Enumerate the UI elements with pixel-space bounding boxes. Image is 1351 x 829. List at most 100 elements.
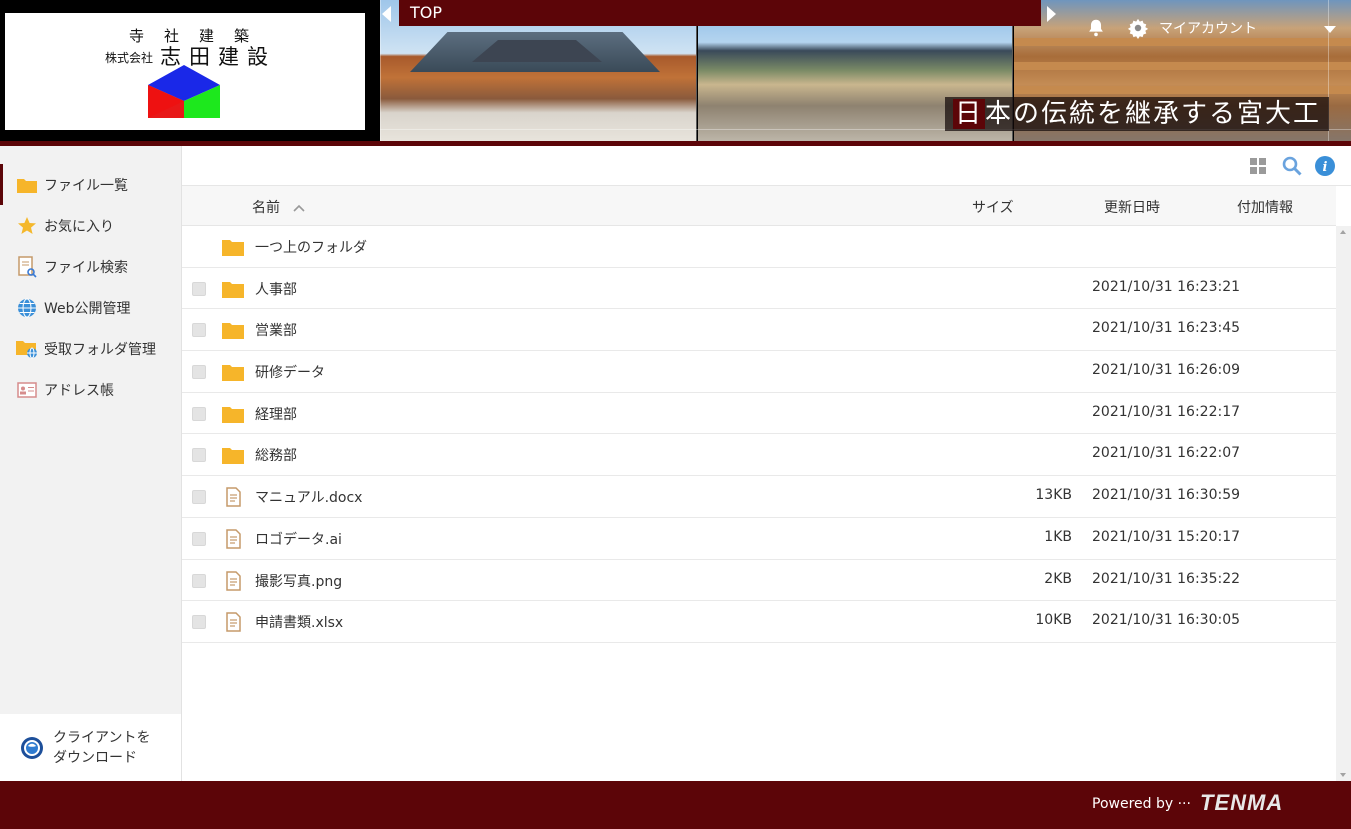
row-name[interactable]: マニュアル.docx bbox=[255, 487, 362, 507]
row-checkbox[interactable] bbox=[192, 615, 206, 630]
row-checkbox[interactable] bbox=[192, 323, 206, 338]
file-list-panel: i 名前 サイズ 更新日時 付加情報 一つ上のフォルダ 人事部 2021/10/3… bbox=[182, 146, 1351, 781]
client-download-button[interactable]: クライアントを ダウンロード bbox=[0, 714, 181, 781]
row-checkbox[interactable] bbox=[192, 573, 206, 588]
row-size: 1KB bbox=[1044, 528, 1072, 545]
gear-icon[interactable] bbox=[1127, 17, 1149, 39]
brand-logo: TENMA bbox=[1200, 790, 1284, 815]
table-row[interactable]: 人事部 2021/10/31 16:23:21 bbox=[182, 268, 1336, 310]
parent-folder-row[interactable]: 一つ上のフォルダ bbox=[182, 226, 1336, 268]
row-name[interactable]: 人事部 bbox=[255, 279, 297, 299]
folder-icon bbox=[222, 406, 244, 423]
table-row[interactable]: 研修データ 2021/10/31 16:26:09 bbox=[182, 351, 1336, 393]
row-name[interactable]: ロゴデータ.ai bbox=[255, 529, 342, 549]
folder-icon bbox=[222, 448, 244, 465]
row-name[interactable]: 申請書類.xlsx bbox=[255, 612, 343, 632]
column-header-extra[interactable]: 付加情報 bbox=[1237, 197, 1293, 217]
document-icon bbox=[226, 612, 241, 632]
row-updated: 2021/10/31 15:20:17 bbox=[1092, 528, 1241, 545]
column-name-label: 名前 bbox=[252, 200, 280, 216]
sidebar-item-label: ファイル検索 bbox=[44, 259, 128, 276]
my-account-link[interactable]: マイアカウント bbox=[1159, 18, 1257, 38]
header-tagline: 日本の伝統を継承する宮大工 bbox=[945, 97, 1330, 131]
row-updated: 2021/10/31 16:23:21 bbox=[1092, 278, 1241, 295]
row-checkbox[interactable] bbox=[192, 490, 206, 505]
row-checkbox[interactable] bbox=[192, 365, 206, 380]
info-icon[interactable]: i bbox=[1315, 156, 1335, 176]
folder-icon bbox=[222, 323, 244, 340]
app-footer: Powered by ··· TENMA bbox=[0, 781, 1351, 829]
sidebar-item-web-publish[interactable]: Web公開管理 bbox=[0, 287, 181, 328]
table-row[interactable]: 申請書類.xlsx 10KB 2021/10/31 16:30:05 bbox=[182, 601, 1336, 643]
scroll-up-icon[interactable] bbox=[1340, 230, 1346, 234]
address-book-icon bbox=[16, 379, 38, 401]
sidebar-item-receive-folder[interactable]: 受取フォルダ管理 bbox=[0, 328, 181, 369]
table-row[interactable]: 撮影写真.png 2KB 2021/10/31 16:35:22 bbox=[182, 560, 1336, 602]
toolbar: i bbox=[182, 146, 1351, 186]
sidebar-item-address-book[interactable]: アドレス帳 bbox=[0, 369, 181, 410]
document-icon bbox=[226, 487, 241, 507]
client-download-line2: ダウンロード bbox=[53, 749, 137, 766]
row-checkbox[interactable] bbox=[192, 448, 206, 463]
table-row[interactable]: ロゴデータ.ai 1KB 2021/10/31 15:20:17 bbox=[182, 518, 1336, 560]
row-name[interactable]: 経理部 bbox=[255, 404, 297, 424]
logo-corp-prefix: 株式会社 bbox=[105, 51, 154, 65]
row-name[interactable]: 営業部 bbox=[255, 320, 297, 340]
folder-icon bbox=[16, 174, 38, 196]
row-updated: 2021/10/31 16:30:59 bbox=[1092, 487, 1241, 504]
file-search-icon bbox=[16, 255, 38, 278]
file-list: 一つ上のフォルダ 人事部 2021/10/31 16:23:21 営業部 2021/1… bbox=[182, 226, 1336, 643]
globe-icon bbox=[16, 297, 38, 319]
column-header-size[interactable]: サイズ bbox=[972, 197, 1014, 217]
parent-folder-label: 一つ上のフォルダ bbox=[255, 240, 367, 256]
list-header: 名前 サイズ 更新日時 付加情報 bbox=[182, 186, 1336, 226]
sidebar-item-file-search[interactable]: ファイル検索 bbox=[0, 246, 181, 287]
sidebar: ファイル一覧 お気に入り ファイル検索 Web公開管理 受取フォルダ管理 アドレ… bbox=[0, 146, 182, 781]
svg-text:i: i bbox=[1323, 160, 1328, 175]
table-row[interactable]: 総務部 2021/10/31 16:22:07 bbox=[182, 434, 1336, 477]
client-download-line1: クライアントを bbox=[53, 729, 151, 746]
company-logo[interactable]: 寺社建築 株式会社 志田建設 bbox=[5, 13, 365, 130]
grid-view-icon[interactable] bbox=[1248, 156, 1268, 176]
row-checkbox[interactable] bbox=[192, 281, 206, 296]
row-name[interactable]: 総務部 bbox=[255, 445, 297, 465]
column-header-name[interactable]: 名前 bbox=[252, 197, 306, 217]
row-size: 10KB bbox=[1035, 612, 1072, 629]
table-row[interactable]: 営業部 2021/10/31 16:23:45 bbox=[182, 309, 1336, 352]
app-header: 寺社建築 株式会社 志田建設 日本の伝統を継承する宮大工 TOP マイアカウント bbox=[0, 0, 1351, 146]
client-app-icon bbox=[21, 736, 43, 759]
sidebar-item-file-list[interactable]: ファイル一覧 bbox=[0, 164, 181, 205]
column-header-updated[interactable]: 更新日時 bbox=[1104, 197, 1160, 217]
table-row[interactable]: 経理部 2021/10/31 16:22:17 bbox=[182, 393, 1336, 435]
search-icon[interactable] bbox=[1282, 156, 1302, 176]
sidebar-item-label: ファイル一覧 bbox=[44, 177, 128, 194]
sidebar-item-label: 受取フォルダ管理 bbox=[44, 341, 156, 358]
row-name[interactable]: 撮影写真.png bbox=[255, 571, 342, 591]
top-tab[interactable]: TOP bbox=[399, 0, 1041, 26]
powered-by-text: Powered by ··· bbox=[1092, 796, 1191, 812]
row-size: 2KB bbox=[1044, 570, 1072, 587]
account-dropdown-icon[interactable] bbox=[1324, 26, 1336, 33]
row-updated: 2021/10/31 16:23:45 bbox=[1092, 320, 1241, 337]
folder-icon bbox=[222, 281, 244, 298]
scroll-down-icon[interactable] bbox=[1340, 773, 1346, 777]
sidebar-item-label: アドレス帳 bbox=[44, 382, 114, 399]
sidebar-item-favorites[interactable]: お気に入り bbox=[0, 205, 181, 246]
row-updated: 2021/10/31 16:26:09 bbox=[1092, 362, 1241, 379]
logo-mark-icon bbox=[148, 65, 220, 118]
row-checkbox[interactable] bbox=[192, 406, 206, 421]
receive-folder-icon bbox=[16, 338, 38, 360]
star-icon bbox=[16, 215, 38, 237]
scrollbar[interactable] bbox=[1336, 226, 1351, 781]
row-name[interactable]: 研修データ bbox=[255, 362, 325, 382]
document-icon bbox=[226, 529, 241, 549]
bell-icon[interactable] bbox=[1085, 17, 1107, 39]
row-checkbox[interactable] bbox=[192, 531, 206, 546]
table-row[interactable]: マニュアル.docx 13KB 2021/10/31 16:30:59 bbox=[182, 476, 1336, 518]
row-updated: 2021/10/31 16:35:22 bbox=[1092, 570, 1241, 587]
prev-arrow-icon[interactable] bbox=[382, 6, 391, 22]
next-arrow-icon[interactable] bbox=[1047, 6, 1056, 22]
document-icon bbox=[226, 570, 241, 591]
folder-icon bbox=[222, 240, 244, 256]
sort-ascending-icon[interactable] bbox=[292, 203, 306, 213]
